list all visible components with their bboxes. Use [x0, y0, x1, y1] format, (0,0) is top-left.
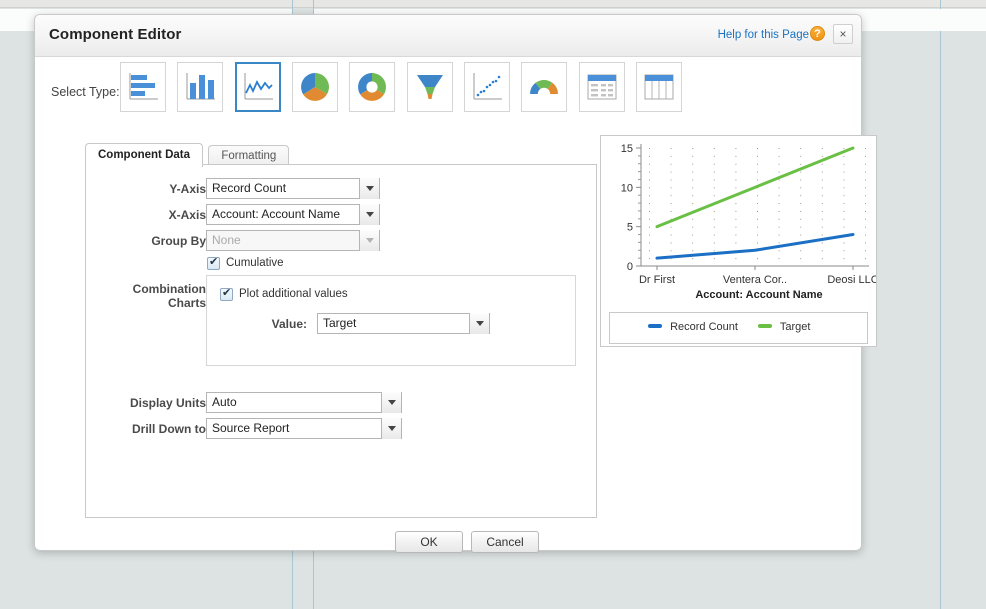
x-axis-select[interactable]: Account: Account Name [206, 204, 380, 225]
combination-charts-label: Combination Charts [98, 282, 206, 310]
x-axis-value: Account: Account Name [212, 207, 340, 221]
ok-button[interactable]: OK [395, 531, 463, 553]
svg-text:0: 0 [627, 261, 633, 273]
legend-swatch-target [758, 324, 772, 328]
group-by-value: None [212, 233, 241, 247]
column-divider-right [940, 0, 941, 609]
y-axis-value: Record Count [212, 181, 286, 195]
plot-additional-values-checkbox[interactable] [220, 288, 233, 301]
svg-text:10: 10 [621, 182, 633, 194]
svg-text:Deosi LLC: Deosi LLC [827, 274, 876, 286]
chevron-down-icon [359, 230, 379, 251]
chevron-down-icon [381, 418, 401, 439]
display-units-label: Display Units [106, 396, 206, 410]
dialog-header: Component Editor Help for this Page ? × [35, 15, 861, 57]
combination-value-select[interactable]: Target [317, 313, 490, 334]
drill-down-select[interactable]: Source Report [206, 418, 402, 439]
cumulative-checkbox[interactable] [207, 257, 220, 270]
vertical-bar-chart-icon[interactable] [177, 62, 223, 112]
legend-label-target: Target [780, 321, 811, 333]
display-units-select[interactable]: Auto [206, 392, 402, 413]
svg-text:5: 5 [627, 222, 633, 234]
horizontal-bar-chart-icon[interactable] [120, 62, 166, 112]
display-units-value: Auto [212, 395, 237, 409]
dialog-title: Component Editor [49, 26, 181, 43]
chart-legend: Record Count Target [609, 312, 868, 344]
scatter-chart-icon[interactable] [464, 62, 510, 112]
component-editor-dialog: Component Editor Help for this Page ? × … [34, 14, 862, 551]
group-by-label: Group By [116, 234, 206, 248]
svg-text:Ventera Cor..: Ventera Cor.. [723, 274, 787, 286]
svg-text:15: 15 [621, 143, 633, 155]
legend-item-record-count: Record Count [648, 321, 738, 333]
chevron-down-icon [381, 392, 401, 413]
cumulative-label: Cumulative [226, 257, 284, 269]
donut-chart-icon[interactable] [349, 62, 395, 112]
drill-down-value: Source Report [212, 421, 289, 435]
chevron-down-icon [359, 178, 379, 199]
y-axis-select[interactable]: Record Count [206, 178, 380, 199]
x-axis-label: X-Axis [116, 208, 206, 222]
chevron-down-icon [359, 204, 379, 225]
page-top-strip [0, 0, 986, 8]
tab-component-data[interactable]: Component Data [85, 143, 203, 167]
group-by-select[interactable]: None [206, 230, 380, 251]
pie-chart-icon[interactable] [292, 62, 338, 112]
line-chart-icon[interactable] [235, 62, 281, 112]
help-link[interactable]: Help for this Page [718, 29, 809, 41]
close-icon[interactable]: × [833, 24, 853, 44]
combination-charts-box: Plot additional values Value: Target [206, 275, 576, 366]
gauge-chart-icon[interactable] [521, 62, 567, 112]
combination-value-text: Target [323, 316, 356, 330]
drill-down-label: Drill Down to [106, 422, 206, 436]
cancel-button[interactable]: Cancel [471, 531, 539, 553]
select-type-row: Select Type: [35, 57, 863, 133]
question-mark-icon[interactable]: ? [810, 26, 825, 41]
footer-separator [35, 518, 863, 519]
y-axis-label: Y-Axis [116, 182, 206, 196]
component-data-panel: Y-Axis Record Count X-Axis Account: Acco… [85, 164, 597, 518]
legend-label-record-count: Record Count [670, 321, 738, 333]
svg-text:Account: Account Name: Account: Account Name [695, 289, 822, 301]
preview-line-chart: 0 5 10 15 Dr First Ventera Cor.. Deosi LLC Acco… [601, 136, 876, 301]
combination-value-label: Value: [237, 317, 307, 331]
select-type-label: Select Type: [51, 85, 120, 99]
chart-type-list [120, 62, 690, 112]
funnel-chart-icon[interactable] [407, 62, 453, 112]
chevron-down-icon [469, 313, 489, 334]
metric-table-chart-icon[interactable] [636, 62, 682, 112]
legend-swatch-record-count [648, 324, 662, 328]
chart-preview: 0 5 10 15 Dr First Ventera Cor.. Deosi LLC Acco… [600, 135, 877, 347]
svg-text:Dr First: Dr First [639, 274, 675, 286]
legend-item-target: Target [758, 321, 810, 333]
table-chart-icon[interactable] [579, 62, 625, 112]
plot-additional-values-label: Plot additional values [239, 288, 348, 300]
